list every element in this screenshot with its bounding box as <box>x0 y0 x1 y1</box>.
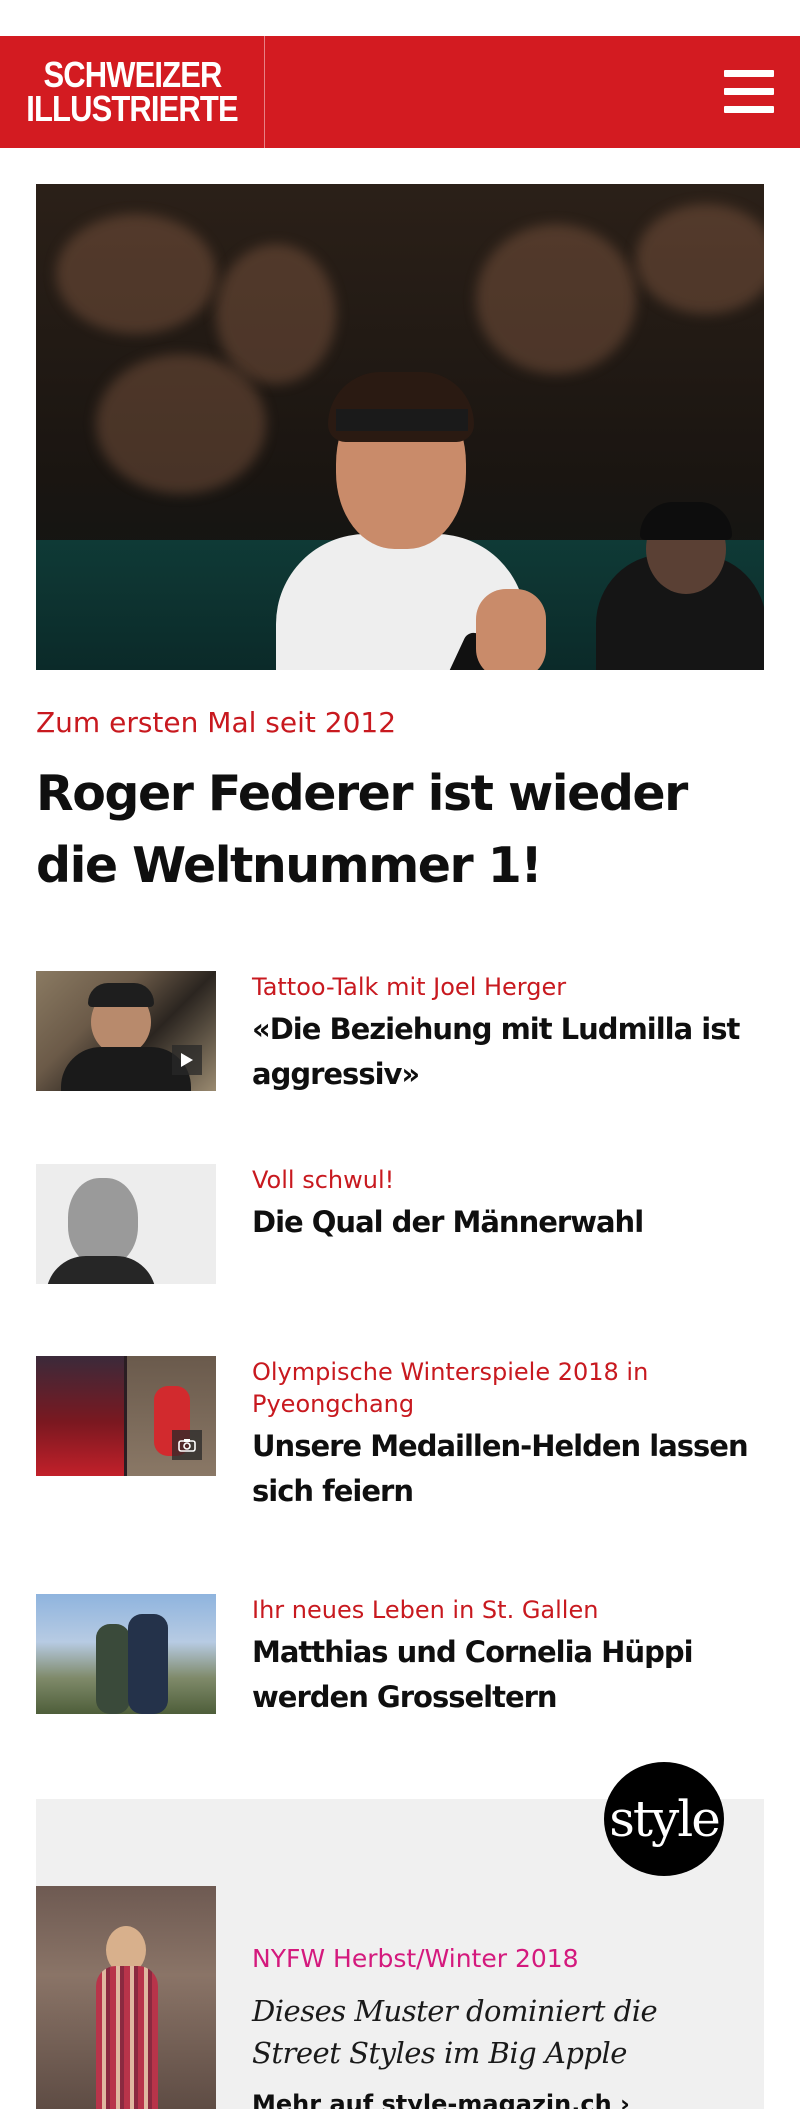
crowd-shape <box>216 244 336 384</box>
teaser-kicker[interactable]: Olympische Winterspiele 2018 in Pyeongch… <box>252 1356 792 1420</box>
player-headband <box>336 409 468 431</box>
menu-bar <box>724 88 774 95</box>
person-woman <box>96 1624 130 1714</box>
player-hair <box>328 372 474 442</box>
teaser-item[interactable]: Voll schwul! Die Qual der Männerwahl <box>36 1164 764 1284</box>
hero-title[interactable]: Roger Federer ist wieder die Weltnummer … <box>36 758 764 902</box>
teaser-item[interactable]: Ihr neues Leben in St. Gallen Matthias u… <box>36 1594 764 1714</box>
person-jacket <box>46 1256 156 1284</box>
person-man <box>128 1614 168 1714</box>
teaser-title[interactable]: Unsere Medaillen-Helden lassen sich feie… <box>252 1424 792 1514</box>
logo-line-1: SCHWEIZER <box>42 54 222 95</box>
hero-kicker[interactable]: Zum ersten Mal seit 2012 <box>36 706 764 739</box>
play-icon[interactable] <box>172 1045 202 1075</box>
person-head <box>68 1178 138 1266</box>
style-title[interactable]: Dieses Muster dominiert die Street Style… <box>252 1990 722 2074</box>
model-coat <box>96 1966 158 2109</box>
hamburger-menu-icon[interactable] <box>724 70 774 114</box>
teaser-thumbnail[interactable] <box>36 1164 216 1284</box>
hero-image[interactable] <box>36 184 764 670</box>
teaser-title[interactable]: Matthias und Cornelia Hüppi werden Gross… <box>252 1630 792 1720</box>
teaser-thumbnail[interactable] <box>36 1594 216 1714</box>
teaser-kicker[interactable]: Voll schwul! <box>252 1164 792 1196</box>
style-logo[interactable]: style <box>604 1762 724 1876</box>
camera-icon[interactable] <box>172 1430 202 1460</box>
guard-cap <box>640 502 732 540</box>
player-fist <box>476 589 546 670</box>
teaser-thumbnail[interactable] <box>36 971 216 1091</box>
crowd-shape <box>96 354 266 494</box>
style-kicker[interactable]: NYFW Herbst/Winter 2018 <box>252 1944 752 1973</box>
teaser-kicker[interactable]: Tattoo-Talk mit Joel Herger <box>252 971 792 1003</box>
teaser-item[interactable]: Tattoo-Talk mit Joel Herger «Die Beziehu… <box>36 971 764 1091</box>
teaser-kicker[interactable]: Ihr neues Leben in St. Gallen <box>252 1594 792 1626</box>
crowd-shape <box>56 214 216 334</box>
teaser-title[interactable]: «Die Beziehung mit Ludmilla ist aggressi… <box>252 1007 792 1097</box>
site-header: SCHWEIZER ILLUSTRIERTE <box>0 36 800 148</box>
crowd-shape <box>636 204 764 314</box>
menu-bar <box>724 70 774 77</box>
teaser-title[interactable]: Die Qual der Männerwahl <box>252 1200 792 1245</box>
style-more-link[interactable]: Mehr auf style-magazin.ch › <box>252 2090 752 2109</box>
style-thumbnail[interactable] <box>36 1886 216 2109</box>
team-photo <box>36 1356 124 1476</box>
menu-bar <box>724 106 774 113</box>
logo-line-2: ILLUSTRIERTE <box>26 88 238 129</box>
teaser-item[interactable]: Olympische Winterspiele 2018 in Pyeongch… <box>36 1356 764 1508</box>
person-cap <box>88 983 154 1007</box>
teaser-thumbnail[interactable] <box>36 1356 216 1476</box>
crowd-shape <box>476 224 636 374</box>
site-logo[interactable]: SCHWEIZER ILLUSTRIERTE <box>0 36 265 148</box>
